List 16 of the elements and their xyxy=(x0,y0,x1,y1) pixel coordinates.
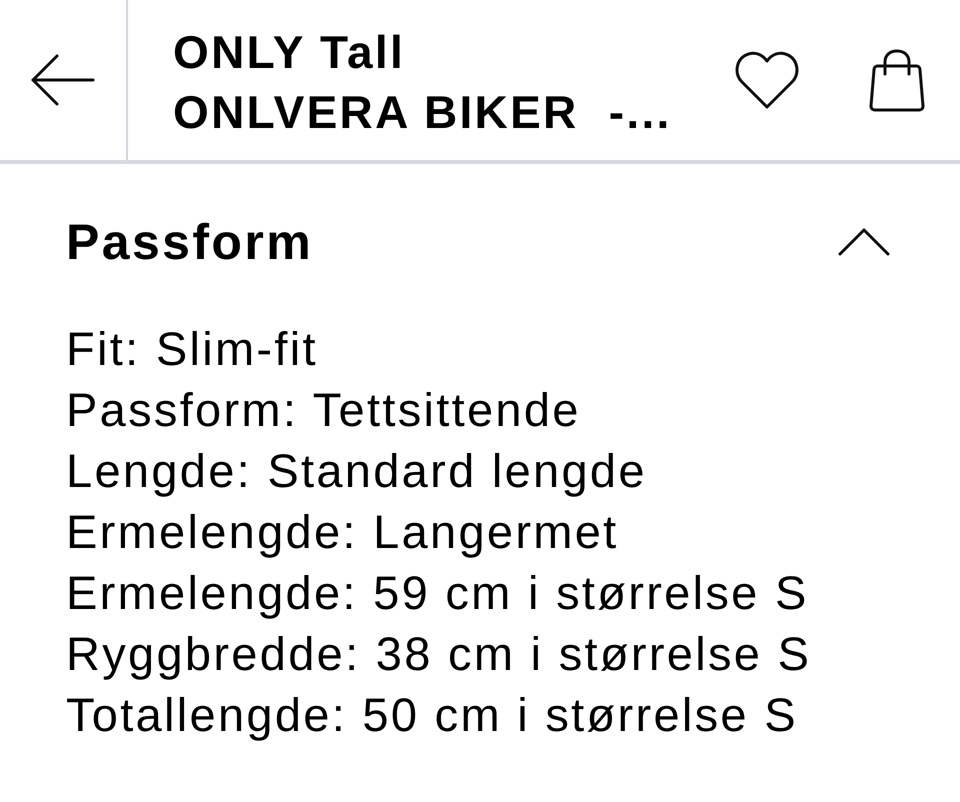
product-name: ONLVERA BIKER -... xyxy=(173,85,673,140)
chevron-up-icon[interactable] xyxy=(838,228,890,256)
fit-detail-text: Ermelengde: Langermet xyxy=(66,504,619,560)
fit-detail-text: Fit: Slim-fit xyxy=(66,321,318,377)
heart-icon xyxy=(735,51,799,109)
wishlist-button[interactable] xyxy=(735,51,799,109)
shopping-bag-icon xyxy=(869,48,925,112)
fit-detail-text: Totallengde: 50 cm i størrelse S xyxy=(66,687,798,743)
fit-detail-text: Passform: Tettsittende xyxy=(66,382,581,438)
fit-detail-text: Lengde: Standard lengde xyxy=(66,443,647,499)
brand-title: ONLY Tall xyxy=(173,25,406,80)
fit-detail-text: Ryggbredde: 38 cm i størrelse S xyxy=(66,626,812,682)
back-arrow-icon xyxy=(31,54,95,106)
section-heading: Passform xyxy=(66,213,314,272)
fit-detail-text: Ermelengde: 59 cm i størrelse S xyxy=(66,565,809,621)
shopping-bag-button[interactable] xyxy=(869,48,925,112)
